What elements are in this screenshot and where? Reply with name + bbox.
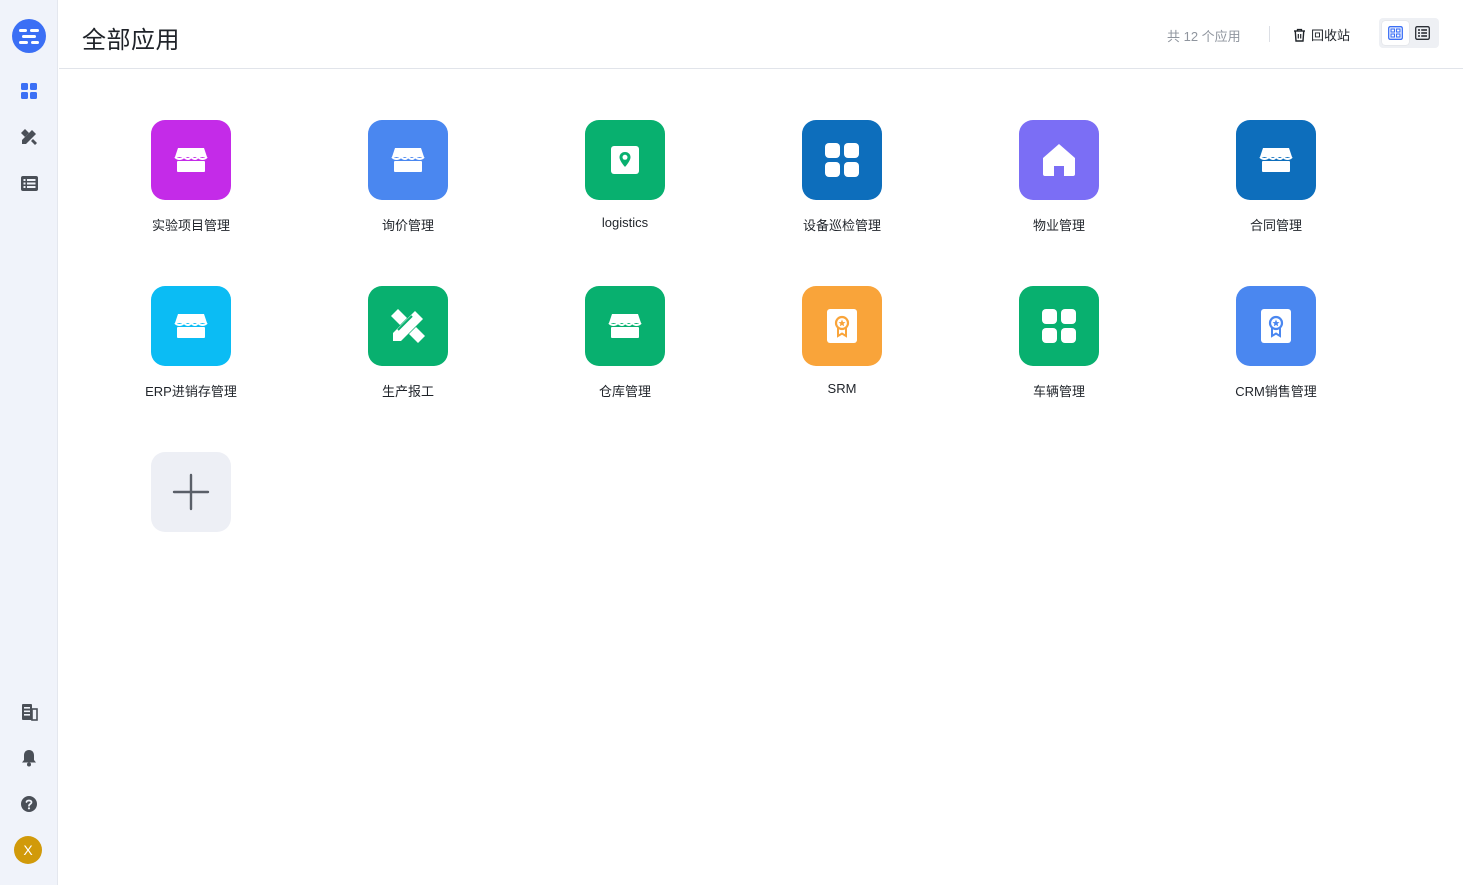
app-card[interactable]: 生产报工: [318, 286, 498, 416]
grid-icon: [21, 83, 37, 99]
app-icon-tile: [802, 120, 882, 200]
list-view-icon: [1415, 26, 1430, 40]
sidebar-item-list[interactable]: [14, 168, 44, 198]
sidebar: X: [0, 0, 58, 885]
app-card[interactable]: 物业管理: [969, 120, 1149, 250]
app-icon-tile: [802, 286, 882, 366]
page-title: 全部应用: [82, 27, 180, 54]
recycle-bin-button[interactable]: 回收站: [1293, 25, 1350, 44]
pencil-ruler-icon: [391, 309, 425, 343]
list-view-button[interactable]: [1409, 21, 1436, 45]
app-name: 物业管理: [1032, 218, 1085, 233]
sidebar-item-notifications[interactable]: [14, 743, 44, 773]
app-name: SRM: [827, 381, 857, 396]
bell-icon: [22, 750, 36, 767]
pencil-ruler-icon: [21, 129, 37, 145]
grid-view-icon: [1388, 26, 1403, 40]
app-card[interactable]: 询价管理: [318, 120, 498, 250]
sidebar-item-all-apps[interactable]: [14, 76, 44, 106]
add-app-button[interactable]: [151, 452, 231, 532]
recycle-bin-label: 回收站: [1311, 28, 1351, 43]
app-name: 生产报工: [381, 384, 434, 399]
app-name: ERP进销存管理: [145, 384, 237, 399]
app-name: 设备巡检管理: [802, 218, 881, 233]
plus-icon: [172, 473, 210, 511]
sidebar-item-design[interactable]: [14, 122, 44, 152]
help-icon: [21, 796, 37, 812]
store-icon: [608, 314, 642, 338]
avatar[interactable]: X: [14, 836, 42, 864]
grid-icon: [1042, 309, 1076, 343]
app-card[interactable]: ERP进销存管理: [101, 286, 281, 416]
app-icon-tile: [585, 286, 665, 366]
app-icon-tile: [1236, 120, 1316, 200]
app-card[interactable]: 设备巡检管理: [752, 120, 932, 250]
award-icon: [827, 309, 857, 343]
app-card[interactable]: 车辆管理: [969, 286, 1149, 416]
store-icon: [174, 314, 208, 338]
app-name: 车辆管理: [1032, 384, 1085, 399]
list-icon: [20, 175, 38, 191]
app-card[interactable]: 合同管理: [1186, 120, 1366, 250]
store-icon: [1259, 148, 1293, 172]
app-icon-tile: [1019, 120, 1099, 200]
logo-icon[interactable]: [12, 19, 46, 53]
app-card[interactable]: SRM: [752, 286, 932, 416]
app-icon-tile: [368, 120, 448, 200]
app-card[interactable]: 实验项目管理: [101, 120, 281, 250]
divider: [1269, 26, 1270, 42]
app-name: logistics: [601, 215, 649, 230]
sidebar-item-organization[interactable]: [14, 697, 44, 727]
building-icon: [21, 704, 38, 721]
home-icon: [1043, 144, 1075, 176]
award-icon: [1261, 309, 1291, 343]
app-name: CRM销售管理: [1235, 384, 1317, 399]
trash-icon: [1294, 28, 1305, 42]
app-icon-tile: [1019, 286, 1099, 366]
app-card[interactable]: CRM销售管理: [1186, 286, 1366, 416]
sidebar-item-help[interactable]: [14, 789, 44, 819]
app-name: 仓库管理: [598, 384, 651, 399]
app-icon-tile: [368, 286, 448, 366]
app-name: 实验项目管理: [151, 218, 230, 233]
app-name: 询价管理: [381, 218, 434, 233]
app-card[interactable]: 仓库管理: [535, 286, 715, 416]
store-icon: [391, 148, 425, 172]
top-bar: 全部应用 共 12 个应用 回收站: [59, 0, 1463, 69]
app-icon-tile: [151, 120, 231, 200]
grid-view-button[interactable]: [1382, 21, 1409, 45]
grid-icon: [825, 143, 859, 177]
app-count: 共 12 个应用: [1167, 29, 1241, 44]
map-pin-icon: [611, 146, 639, 174]
app-card[interactable]: logistics: [535, 120, 715, 250]
view-toggle: [1379, 18, 1439, 48]
app-icon-tile: [1236, 286, 1316, 366]
store-icon: [174, 148, 208, 172]
app-name: 合同管理: [1249, 218, 1302, 233]
app-icon-tile: [151, 286, 231, 366]
app-icon-tile: [585, 120, 665, 200]
